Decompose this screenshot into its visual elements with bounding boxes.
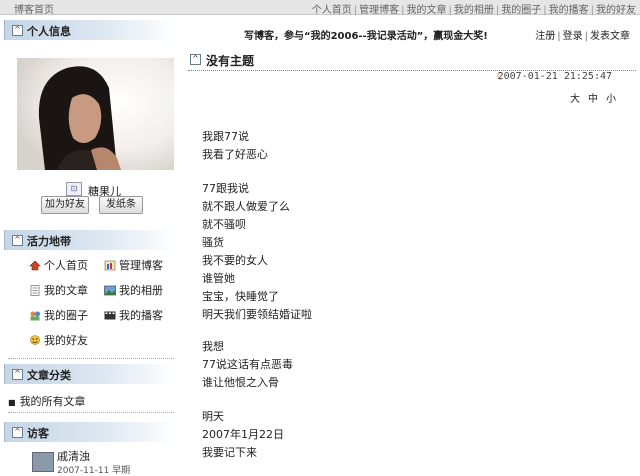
- article-icon: [29, 285, 41, 296]
- top-link-manage[interactable]: 管理博客: [359, 5, 399, 16]
- collapse-box-icon[interactable]: ^: [12, 427, 23, 438]
- album-icon: [104, 285, 116, 296]
- sidebar-item-label: 我的好友: [44, 334, 88, 347]
- sidebar-item-label: 个人首页: [44, 259, 88, 272]
- sidebar-divider: [8, 358, 174, 359]
- blog-home-link[interactable]: 博客首页: [14, 1, 54, 16]
- post-line: 明天: [202, 410, 224, 423]
- post-line: 谁让他恨之入骨: [202, 376, 279, 389]
- post-line: 2007年1月22日: [202, 428, 284, 441]
- font-size-large[interactable]: 大: [570, 94, 580, 105]
- sidebar-item-home[interactable]: 个人首页: [29, 257, 88, 273]
- post-title: 没有主题: [206, 54, 255, 68]
- post-line: 我看了好恶心: [202, 148, 268, 161]
- add-friend-button[interactable]: 加为好友: [41, 196, 89, 214]
- activity-section-title: 活力地带: [27, 235, 71, 248]
- post-line: 就不跟人做爱了么: [202, 200, 290, 213]
- visitors-section-header: ^ 访客: [4, 422, 177, 442]
- collapse-box-icon[interactable]: ^: [12, 369, 23, 380]
- post-line: 我跟77说: [202, 130, 249, 143]
- circle-icon: [29, 310, 41, 321]
- post-line: 77跟我说: [202, 182, 249, 195]
- profile-section-header: ^ 个人信息: [4, 20, 177, 40]
- visitor-name[interactable]: 戚清浊: [57, 448, 90, 464]
- post-line: 我想: [202, 340, 224, 353]
- visitors-section-title: 访客: [27, 427, 49, 440]
- post-line: 我要记下来: [202, 446, 257, 459]
- send-note-button[interactable]: 发纸条: [99, 196, 143, 214]
- top-link-articles[interactable]: 我的文章: [407, 5, 447, 16]
- home-icon: [29, 260, 41, 271]
- avatar: [17, 58, 174, 170]
- post-line: 就不骚呗: [202, 218, 246, 231]
- post-line: 明天我们要领结婚证啦: [202, 308, 312, 321]
- top-link-circle[interactable]: 我的圈子: [501, 5, 541, 16]
- font-size-controls: 大中小: [562, 90, 616, 105]
- post-line: 骚货: [202, 236, 224, 249]
- sidebar-item-album[interactable]: 我的相册: [104, 282, 163, 298]
- collapse-box-icon[interactable]: ^: [12, 235, 23, 246]
- top-links: 个人首页 | 管理博客 | 我的文章 | 我的相册 | 我的圈子 | 我的播客 | 我的好友: [311, 5, 636, 16]
- sidebar-item-friends[interactable]: 我的好友: [29, 332, 88, 348]
- post-header: ^ 没有主题: [188, 50, 636, 71]
- sidebar-item-podcast[interactable]: 我的播客: [104, 307, 163, 323]
- bullet-icon: ■: [8, 398, 16, 407]
- login-link[interactable]: 登录: [563, 31, 583, 42]
- post-line: 宝宝，快睡觉了: [202, 290, 279, 303]
- category-label: 我的所有文章: [19, 395, 86, 408]
- sidebar-item-circle[interactable]: 我的圈子: [29, 307, 88, 323]
- announcement-link[interactable]: 写博客，参与“我的2006--我记录活动”，赢现金大奖!: [244, 27, 488, 42]
- top-link-podcast[interactable]: 我的播客: [549, 5, 589, 16]
- font-size-medium[interactable]: 中: [588, 94, 598, 105]
- sidebar: ^ 个人信息 ⊡ 糖果儿 加为好友 发纸条 ^ 活力地带 个人首页 管理博客 我…: [0, 16, 182, 476]
- post-article-link[interactable]: 发表文章: [590, 31, 630, 42]
- collapse-box-icon[interactable]: ^: [190, 54, 201, 65]
- user-card-icon: ⊡: [66, 182, 82, 196]
- header-actions: 注册 | 登录 | 发表文章: [535, 31, 630, 42]
- sidebar-item-articles[interactable]: 我的文章: [29, 282, 88, 298]
- categories-section-header: ^ 文章分类: [4, 364, 177, 384]
- post-line: 我不要的女人: [202, 254, 268, 267]
- sidebar-item-label: 我的播客: [119, 309, 163, 322]
- sidebar-item-manage[interactable]: 管理博客: [104, 257, 163, 273]
- category-item-all[interactable]: ■ 我的所有文章: [8, 393, 86, 409]
- podcast-icon: [104, 310, 116, 321]
- post-line: 谁管她: [202, 272, 235, 285]
- post-line: 77说这话有点恶毒: [202, 358, 293, 371]
- friends-icon: [29, 335, 41, 346]
- font-size-small[interactable]: 小: [606, 94, 616, 105]
- post-datetime: 2007-01-21 21:25:47: [497, 71, 612, 82]
- categories-section-title: 文章分类: [27, 369, 71, 382]
- main-content: 写博客，参与“我的2006--我记录活动”，赢现金大奖! 注册 | 登录 | 发表文章 …: [182, 16, 640, 470]
- sidebar-item-label: 我的文章: [44, 284, 88, 297]
- top-link-friends[interactable]: 我的好友: [596, 5, 636, 16]
- visitor-avatar[interactable]: [32, 452, 54, 472]
- sidebar-item-label: 我的圈子: [44, 309, 88, 322]
- manage-icon: [104, 260, 116, 271]
- top-nav-bar: 博客首页 个人首页 | 管理博客 | 我的文章 | 我的相册 | 我的圈子 | 我的播客 | 我的好友: [0, 0, 640, 16]
- profile-section-title: 个人信息: [27, 25, 71, 38]
- register-link[interactable]: 注册: [535, 31, 555, 42]
- activity-section-header: ^ 活力地带: [4, 230, 177, 250]
- sidebar-item-label: 管理博客: [119, 259, 163, 272]
- sidebar-divider: [8, 412, 174, 413]
- sidebar-item-label: 我的相册: [119, 284, 163, 297]
- collapse-box-icon[interactable]: ^: [12, 25, 23, 36]
- top-link-home[interactable]: 个人首页: [312, 5, 352, 16]
- top-link-album[interactable]: 我的相册: [454, 5, 494, 16]
